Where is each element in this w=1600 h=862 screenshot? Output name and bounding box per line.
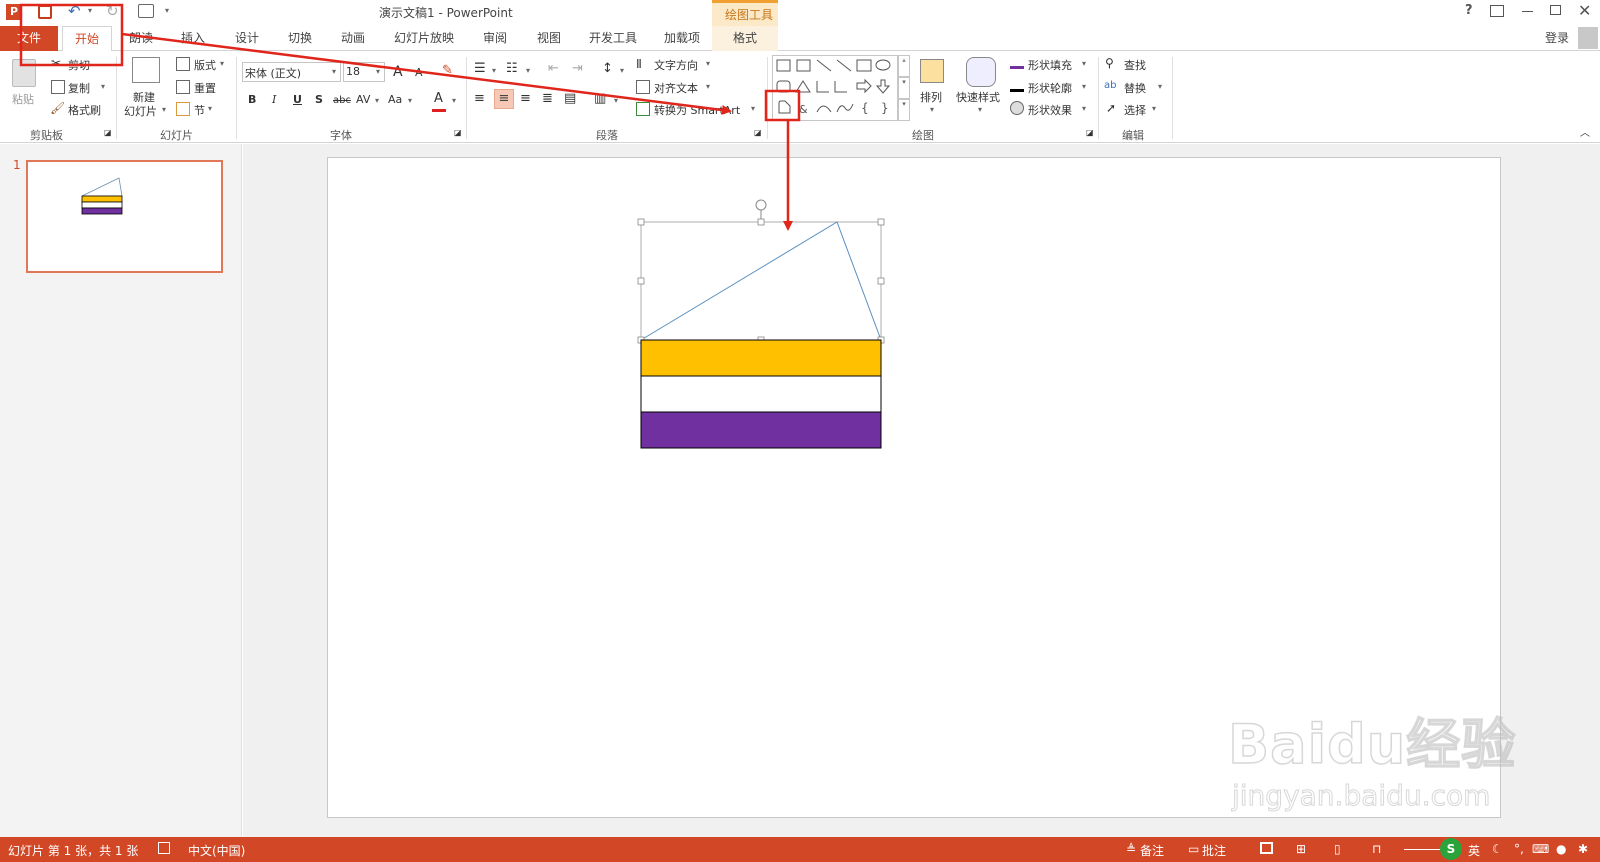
annotation-arrow xyxy=(121,32,732,115)
notes-button[interactable]: 备注 xyxy=(1140,842,1164,859)
ime-logo-icon[interactable]: S xyxy=(1440,838,1462,860)
notes-icon[interactable]: ≜ xyxy=(1126,842,1136,856)
annotation-overlay xyxy=(19,3,801,231)
user-icon[interactable]: ● xyxy=(1556,842,1566,856)
settings-icon[interactable]: ✱ xyxy=(1578,842,1588,856)
highlight-box-home-tab xyxy=(19,3,124,67)
reading-view-icon[interactable]: ▯ xyxy=(1334,842,1341,856)
comments-icon[interactable]: ▭ xyxy=(1188,842,1199,856)
status-bar: 幻灯片 第 1 张，共 1 张 中文(中国) ≜ 备注 ▭ 批注 ⊞ ▯ ⊓ S… xyxy=(0,837,1600,862)
slide-position-indicator: 幻灯片 第 1 张，共 1 张 xyxy=(8,844,139,858)
ime-language[interactable]: 英 xyxy=(1468,842,1480,859)
normal-view-icon[interactable] xyxy=(1260,842,1273,854)
slideshow-view-icon[interactable]: ⊓ xyxy=(1372,842,1381,856)
moon-icon[interactable]: ☾ xyxy=(1492,842,1503,856)
language-indicator[interactable]: 中文(中国) xyxy=(188,842,245,859)
highlight-box-freeform-tool xyxy=(764,89,801,122)
keyboard-icon[interactable]: ⌨ xyxy=(1532,842,1549,856)
punctuation-icon[interactable]: °, xyxy=(1514,842,1524,856)
slide-sorter-icon[interactable]: ⊞ xyxy=(1296,842,1306,856)
zoom-slider[interactable] xyxy=(1404,849,1442,850)
comments-button[interactable]: 批注 xyxy=(1202,842,1226,859)
spellcheck-icon[interactable] xyxy=(158,842,170,854)
